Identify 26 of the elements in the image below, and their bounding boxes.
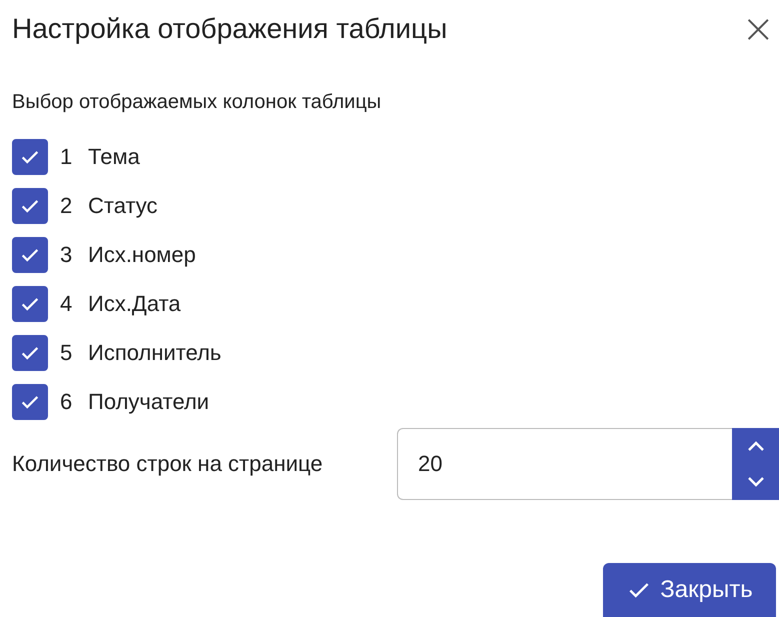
section-label: Выбор отображаемых колонок таблицы <box>12 91 382 114</box>
chevron-up-icon <box>746 440 766 452</box>
checkbox[interactable] <box>12 286 48 322</box>
close-dialog-button[interactable]: Закрыть <box>603 563 776 617</box>
column-number: 2 <box>60 193 74 219</box>
column-label: Получатели <box>88 389 210 415</box>
dialog-title: Настройка отображения таблицы <box>12 13 448 45</box>
checkbox[interactable] <box>12 188 48 224</box>
column-label: Исполнитель <box>88 340 222 366</box>
column-number: 5 <box>60 340 74 366</box>
column-number: 6 <box>60 389 74 415</box>
rows-per-page-input[interactable]: 20 <box>398 429 732 499</box>
close-button[interactable]: × <box>737 9 779 49</box>
column-number: 4 <box>60 291 74 317</box>
column-label: Тема <box>88 144 140 170</box>
checkbox[interactable] <box>12 139 48 175</box>
column-label: Исх.Дата <box>88 291 181 317</box>
checkbox[interactable] <box>12 335 48 371</box>
checkbox[interactable] <box>12 384 48 420</box>
column-label: Статус <box>88 193 158 219</box>
chevron-down-icon <box>746 476 766 488</box>
checkbox[interactable] <box>12 237 48 273</box>
column-number: 1 <box>60 144 74 170</box>
rows-per-page-label: Количество строк на странице <box>12 451 324 477</box>
column-label: Исх.номер <box>88 242 196 268</box>
column-number: 3 <box>60 242 74 268</box>
